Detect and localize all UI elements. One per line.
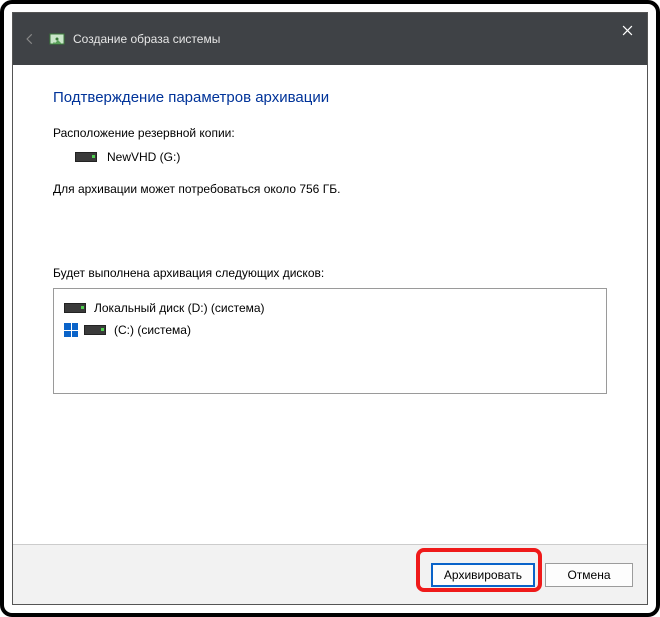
page-title: Подтверждение параметров архивации [53,89,607,106]
location-value: NewVHD (G:) [107,150,180,164]
hdd-icon [64,303,86,313]
drive-row[interactable]: (C:) (система) [64,319,596,341]
titlebar: Создание образа системы [13,13,647,65]
close-icon[interactable] [613,19,641,41]
dialog-footer: Архивировать Отмена [13,544,647,604]
drives-listbox: Локальный диск (D:) (система) (C:) (сист… [53,288,607,394]
hdd-icon [84,325,106,335]
content-area: Подтверждение параметров архивации Распо… [13,65,647,544]
back-icon[interactable] [21,30,39,48]
drives-label: Будет выполнена архивация следующих диск… [53,266,607,280]
outer-frame: Создание образа системы Подтверждение па… [0,0,660,617]
location-row: NewVHD (G:) [75,150,607,164]
drive-label: Локальный диск (D:) (система) [94,301,265,315]
window-title: Создание образа системы [73,32,220,46]
app-icon [49,31,65,47]
size-estimate: Для архивации может потребоваться около … [53,182,607,196]
archive-button[interactable]: Архивировать [431,563,535,587]
drive-row[interactable]: Локальный диск (D:) (система) [64,297,596,319]
hdd-icon [75,152,97,162]
dialog-window: Создание образа системы Подтверждение па… [12,12,648,605]
cancel-button[interactable]: Отмена [545,563,633,587]
windows-flag-icon [64,323,78,337]
location-label: Расположение резервной копии: [53,126,607,140]
drive-label: (C:) (система) [114,323,191,337]
